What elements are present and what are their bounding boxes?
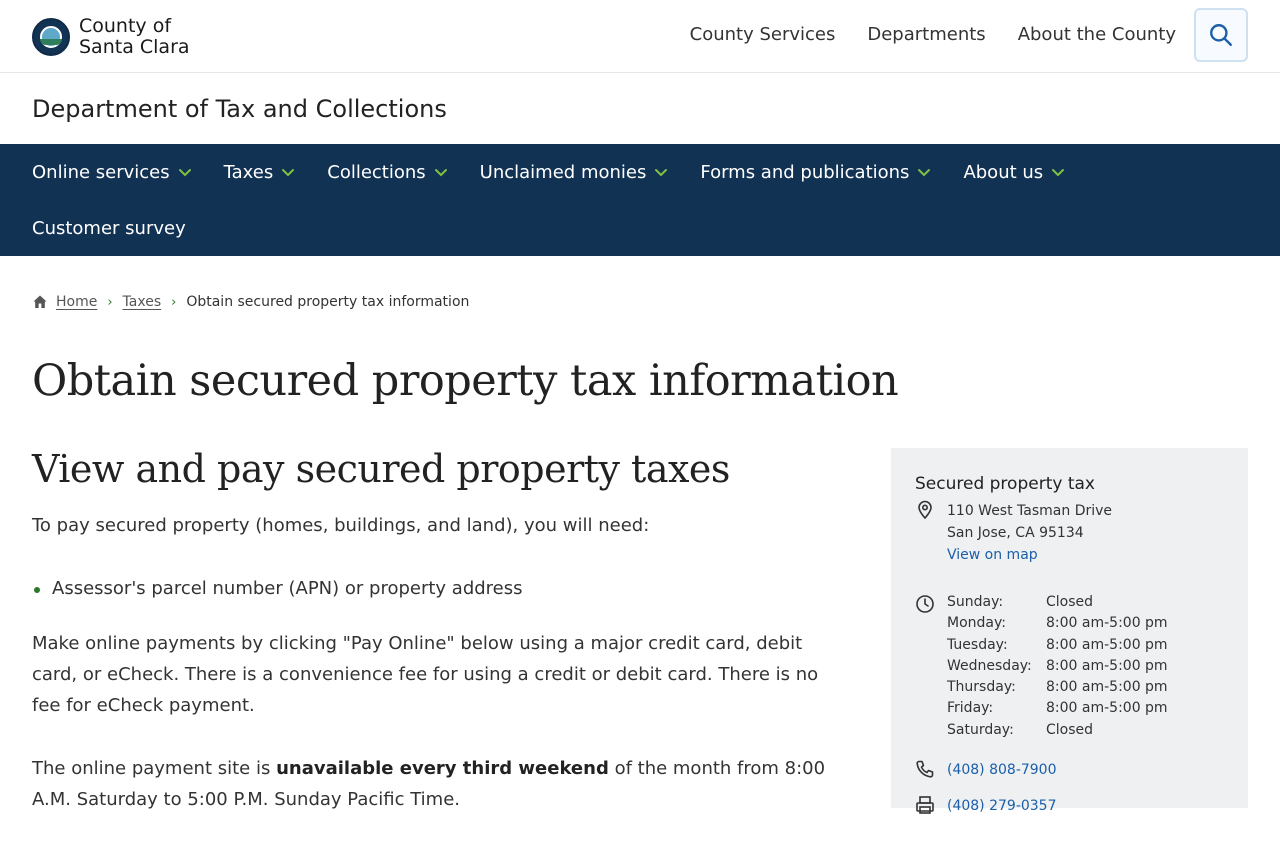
breadcrumb-current: Obtain secured property tax information — [186, 294, 470, 310]
requirements-list: Assessor's parcel number (APN) or proper… — [32, 573, 852, 604]
topnav-about-county[interactable]: About the County — [1018, 24, 1176, 45]
phone-icon — [916, 760, 934, 778]
view-on-map-link[interactable]: View on map — [947, 544, 1112, 566]
chevron-down-icon — [1052, 169, 1065, 177]
nav-label: About us — [963, 161, 1044, 183]
hours-day: Monday: — [947, 615, 1006, 632]
chevron-right-icon: › — [107, 294, 113, 310]
department-title[interactable]: Department of Tax and Collections — [0, 73, 1280, 144]
nav-collections[interactable]: Collections — [327, 162, 447, 183]
top-nav: County Services Departments About the Co… — [690, 24, 1176, 45]
payment-paragraph: Make online payments by clicking "Pay On… — [32, 633, 819, 716]
hours-time: Closed — [1046, 594, 1094, 610]
logo-line1: County of — [79, 15, 172, 37]
county-logo[interactable]: County of Santa Clara — [32, 16, 190, 58]
hours-day: Wednesday: — [947, 657, 1032, 674]
main-nav: Online services Taxes Collections Unclai… — [0, 144, 1280, 256]
hours-time: Closed — [1046, 721, 1094, 738]
home-icon — [33, 295, 47, 308]
search-button[interactable] — [1194, 8, 1248, 62]
chevron-right-icon: › — [171, 294, 177, 310]
phone-link[interactable]: (408) 808-7900 — [947, 759, 1057, 781]
hours-block: Sunday: Closed Monday: 8:00 am-5:00 pm Tue… — [915, 580, 1224, 741]
contact-card: Secured property tax 110 West Tasman Dri… — [891, 448, 1248, 814]
card-title: Secured property tax — [915, 474, 1095, 494]
availability-paragraph: The online payment site is unavailable e… — [32, 753, 852, 815]
county-seal-icon — [32, 18, 70, 56]
main-nav-row-2: Customer survey — [32, 200, 1248, 256]
topnav-departments[interactable]: Departments — [867, 24, 985, 45]
breadcrumb-taxes[interactable]: Taxes — [123, 294, 162, 310]
phone-row: (408) 808-7900 — [915, 759, 1224, 781]
nav-label: Unclaimed monies — [479, 161, 647, 183]
fax-link[interactable]: (408) 279-0357 — [947, 795, 1057, 817]
nav-online-services[interactable]: Online services — [32, 162, 192, 183]
nav-unclaimed-monies[interactable]: Unclaimed monies — [480, 162, 669, 183]
hours-time: 8:00 am-5:00 pm — [1046, 636, 1168, 653]
hours-day: Saturday: — [947, 721, 1014, 738]
topnav-county-services[interactable]: County Services — [690, 24, 836, 45]
nav-label: Collections — [327, 161, 426, 183]
main-nav-row-1: Online services Taxes Collections Unclai… — [32, 144, 1248, 200]
hours-time: 8:00 am-5:00 pm — [1046, 615, 1168, 632]
hours-time: 8:00 am-5:00 pm — [1046, 657, 1168, 674]
page-title: Obtain secured property tax information — [32, 356, 899, 406]
nav-taxes[interactable]: Taxes — [224, 162, 296, 183]
nav-forms-publications[interactable]: Forms and publications — [700, 162, 931, 183]
hours-day: Sunday: — [947, 594, 1004, 610]
breadcrumb: Home › Taxes › Obtain secured property t… — [32, 294, 469, 310]
address-block: 110 West Tasman Drive San Jose, CA 95134… — [915, 500, 1224, 566]
fax-icon — [916, 796, 934, 814]
logo-text: County of Santa Clara — [79, 16, 190, 58]
hours-table: Sunday: Closed Monday: 8:00 am-5:00 pm Tue… — [947, 592, 1168, 741]
logo-line2: Santa Clara — [79, 36, 190, 58]
hours-day: Tuesday: — [947, 636, 1008, 653]
intro-text: To pay secured property (homes, building… — [32, 515, 650, 536]
chevron-down-icon — [434, 169, 447, 177]
nav-label: Forms and publications — [700, 161, 910, 183]
chevron-down-icon — [282, 169, 295, 177]
availability-text-start: The online payment site is — [32, 758, 277, 779]
address-line1: 110 West Tasman Drive — [947, 503, 1113, 519]
chevron-down-icon — [178, 169, 191, 177]
hours-time: 8:00 am-5:00 pm — [1046, 679, 1168, 696]
breadcrumb-home[interactable]: Home — [56, 294, 97, 310]
search-icon — [1210, 24, 1232, 46]
list-item: Assessor's parcel number (APN) or proper… — [32, 573, 852, 604]
main-content: To pay secured property (homes, building… — [32, 510, 852, 847]
chevron-down-icon — [918, 169, 931, 177]
nav-label: Online services — [32, 161, 170, 183]
hours-day: Friday: — [947, 700, 994, 717]
clock-icon — [916, 595, 934, 613]
site-header: County of Santa Clara County Services De… — [0, 0, 1280, 73]
address-line2: San Jose, CA 95134 — [947, 525, 1084, 541]
availability-bold: unavailable every third weekend — [276, 758, 609, 779]
map-pin-icon — [918, 500, 932, 520]
fax-row: (408) 279-0357 — [915, 795, 1224, 817]
nav-customer-survey[interactable]: Customer survey — [32, 218, 186, 239]
hours-day: Thursday: — [947, 679, 1016, 696]
chevron-down-icon — [655, 169, 668, 177]
hours-time: 8:00 am-5:00 pm — [1046, 700, 1168, 717]
section-title: View and pay secured property taxes — [32, 447, 730, 491]
nav-label: Taxes — [223, 161, 274, 183]
nav-about-us[interactable]: About us — [963, 162, 1065, 183]
